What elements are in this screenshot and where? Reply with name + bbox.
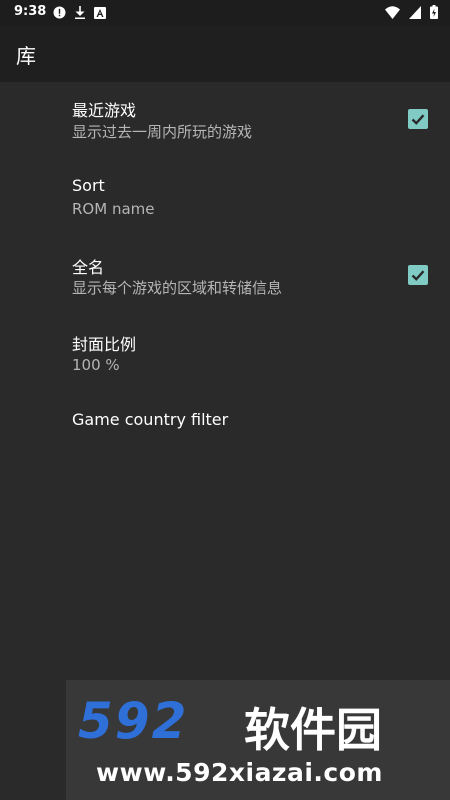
font-icon [94,6,106,23]
signal-icon [409,5,421,23]
pref-game-country-filter-title: Game country filter [72,410,229,429]
watermark: 592 软件园 www.592xiazai.com [66,680,450,800]
watermark-brand: 592 [78,692,189,750]
recent-games-checkbox[interactable] [408,109,428,129]
full-name-checkbox[interactable] [408,265,428,285]
page-title: 库 [16,44,36,68]
pref-full-name-title: 全名 [72,258,105,277]
download-icon [74,6,86,23]
pref-recent-games[interactable]: 最近游戏 显示过去一周内所玩的游戏 [0,82,450,160]
pref-cover-ratio-summary: 100 % [72,356,120,374]
check-icon [411,114,425,125]
battery-icon [430,5,438,23]
wifi-icon [385,5,400,23]
pref-sort[interactable]: Sort ROM name [0,160,450,238]
pref-sort-summary: ROM name [72,200,155,218]
watermark-brand-cn: 软件园 [244,703,382,757]
pref-cover-ratio-title: 封面比例 [72,335,137,354]
status-left-icons [53,6,106,23]
pref-game-country-filter[interactable]: Game country filter [0,394,450,446]
pref-sort-title: Sort [72,176,105,195]
pref-full-name-summary: 显示每个游戏的区域和转储信息 [72,279,283,297]
status-right-icons [385,5,438,23]
settings-screen: 9:38 库 最近游戏 显示过去一周内所玩的游戏 Sort ROM name 全… [0,0,450,800]
pref-full-name[interactable]: 全名 显示每个游戏的区域和转储信息 [0,238,450,316]
watermark-url: www.592xiazai.com [96,758,383,787]
pref-recent-games-title: 最近游戏 [72,101,137,120]
alert-icon [53,6,66,23]
pref-cover-ratio[interactable]: 封面比例 100 % [0,316,450,394]
pref-recent-games-summary: 显示过去一周内所玩的游戏 [72,123,253,141]
app-bar: 库 [0,26,450,82]
status-bar: 9:38 [0,0,450,26]
check-icon [411,270,425,281]
status-time: 9:38 [14,4,47,19]
